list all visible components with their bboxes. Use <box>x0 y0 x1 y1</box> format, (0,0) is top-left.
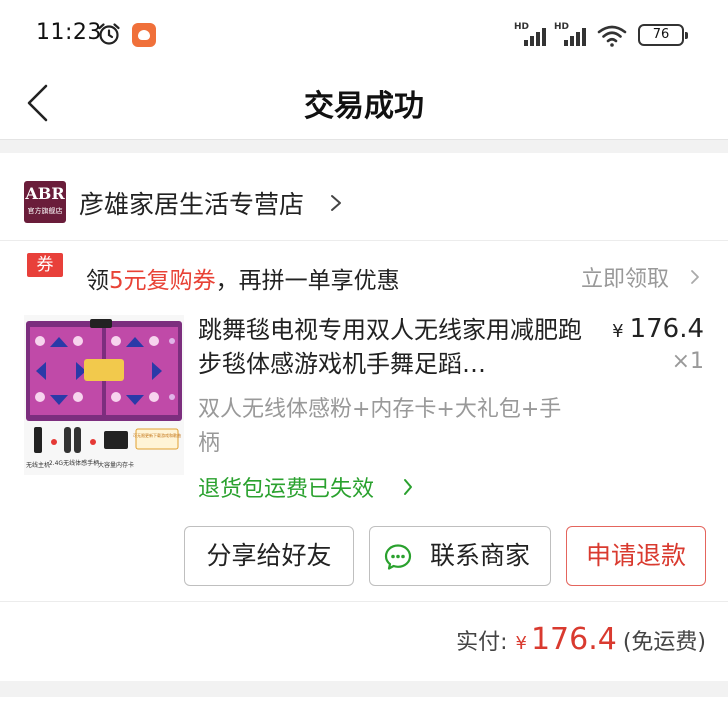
total-label: 实付: <box>456 630 508 655</box>
claim-coupon-link[interactable]: 立即领取 <box>581 261 669 293</box>
product-image[interactable]: 可无限更新下载游戏和歌曲 无线主机 2.4G无线体感手柄 大容量内存卡 <box>24 315 184 475</box>
cellular-signal-icon: HD <box>514 22 548 48</box>
product-price: ¥176.4 <box>612 314 704 344</box>
coupon-row: 券 领5元复购券，再拼一单享优惠 立即领取 <box>0 241 728 305</box>
total-currency-symbol: ¥ <box>515 633 527 654</box>
status-time: 11:23 <box>36 20 102 45</box>
shop-logo-subtext: 官方旗舰店 <box>27 207 63 215</box>
price-value: 176.4 <box>629 314 704 344</box>
product-image-host-label: 无线主机 <box>26 461 50 469</box>
chat-bubble-icon <box>384 544 412 570</box>
share-to-friend-button[interactable]: 分享给好友 <box>184 526 354 586</box>
wifi-icon <box>597 25 627 47</box>
product-spec: 双人无线体感粉+内存卡+大礼包+手柄 <box>198 397 562 456</box>
coupon-text-suffix: ，再拼一单享优惠 <box>215 268 400 294</box>
chevron-right-icon <box>691 270 699 284</box>
request-refund-button[interactable]: 申请退款 <box>566 526 706 586</box>
product-title[interactable]: 跳舞毯电视专用双人无线家用减肥跑步毯体感游戏机手舞足蹈… <box>198 313 586 381</box>
shop-name[interactable]: 彦雄家居生活专营店 <box>79 185 304 221</box>
coupon-text-prefix: 领 <box>86 268 109 294</box>
status-bar: 11:23 HD HD 76 <box>0 0 728 70</box>
bottom-strip <box>0 697 728 709</box>
contact-seller-label: 联系商家 <box>429 541 530 570</box>
alarm-clock-icon <box>98 23 120 45</box>
app-notification-icon <box>132 23 156 47</box>
coupon-text: 领5元复购券，再拼一单享优惠 <box>86 261 400 295</box>
coupon-tag: 券 <box>27 253 63 277</box>
contact-seller-button[interactable]: 联系商家 <box>369 526 551 586</box>
page-title: 交易成功 <box>304 89 424 124</box>
chevron-right-icon <box>331 195 341 211</box>
coupon-text-highlight: 5元复购券 <box>109 268 216 294</box>
product-image-card-label: 大容量内存卡 <box>98 461 134 469</box>
total-payment: 实付: ¥176.4 (免运费) <box>456 622 706 657</box>
product-image-handle-label: 2.4G无线体感手柄 <box>49 459 99 467</box>
total-amount: 176.4 <box>530 622 617 657</box>
shop-row[interactable]: ABR 官方旗舰店 彦雄家居生活专营店 <box>0 153 728 241</box>
chevron-right-icon <box>404 479 412 495</box>
cellular-signal-icon-2: HD <box>554 22 588 48</box>
nav-bar: 交易成功 <box>0 70 728 140</box>
return-shipping-notice[interactable]: 退货包运费已失效 <box>198 471 374 503</box>
shop-logo-text: ABR <box>25 184 65 203</box>
battery-icon: 76 <box>638 24 688 46</box>
battery-level: 76 <box>652 27 670 42</box>
price-currency-symbol: ¥ <box>612 321 624 342</box>
product-quantity: ×1 <box>671 349 704 374</box>
order-card: ABR 官方旗舰店 彦雄家居生活专营店 券 领5元复购券，再拼一单享优惠 立即领… <box>0 153 728 681</box>
total-row: 实付: ¥176.4 (免运费) <box>0 601 728 681</box>
shop-logo: ABR 官方旗舰店 <box>24 181 66 223</box>
product-image-promo-label: 可无限更新下载游戏和歌曲 <box>133 432 181 438</box>
total-note: (免运费) <box>622 630 706 655</box>
